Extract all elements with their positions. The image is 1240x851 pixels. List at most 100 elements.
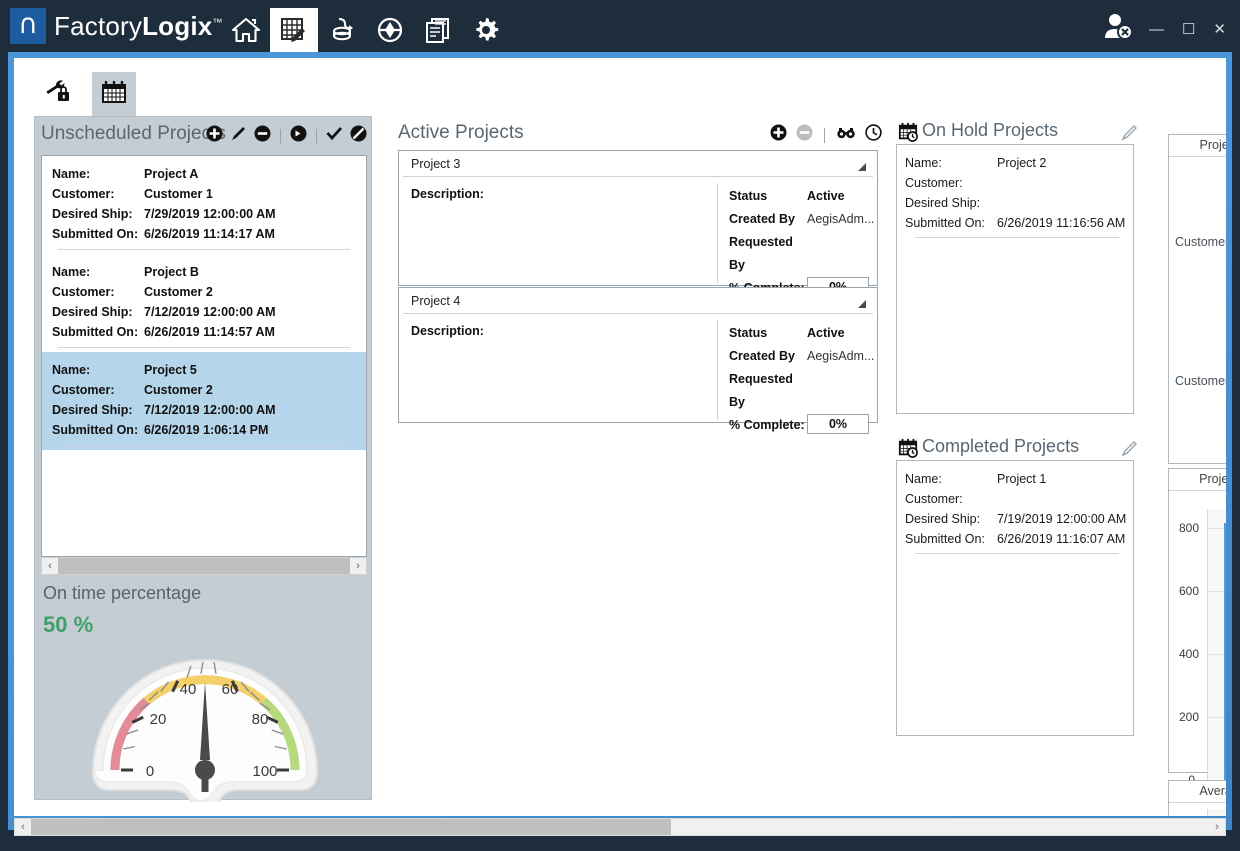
list-item[interactable]: Name:Project 1Customer:Desired Ship:7/19… xyxy=(897,461,1133,554)
card-title: Project 3 xyxy=(411,157,460,171)
edit-on-hold-button[interactable] xyxy=(1121,124,1138,146)
user-logout-button[interactable] xyxy=(1100,12,1134,42)
project-customer-row: Customer:Customer 2 xyxy=(52,282,356,302)
view-project-button[interactable] xyxy=(836,124,856,146)
app-logo: ∩ xyxy=(10,8,46,44)
resize-handle-icon[interactable] xyxy=(856,296,867,314)
nav-logistics-button[interactable] xyxy=(366,8,414,52)
resize-handle-icon[interactable] xyxy=(856,159,867,177)
window-controls: — ☐ ✕ xyxy=(1149,22,1226,37)
edit-project-button[interactable] xyxy=(230,125,247,147)
unscheduled-projects-list[interactable]: Name:Project ACustomer:Customer 1Desired… xyxy=(41,155,367,557)
description-label: Description: xyxy=(411,187,484,201)
brand-bold: Logix xyxy=(142,11,212,41)
projects-remaining-title: Projects R xyxy=(1169,469,1226,491)
field-label: Submitted On: xyxy=(52,322,144,342)
field-value: Customer 1 xyxy=(144,184,213,204)
user-logout-icon xyxy=(1100,29,1134,46)
created-by-value: AegisAdm... xyxy=(807,208,874,231)
field-value: 7/29/2019 12:00:00 AM xyxy=(144,204,276,224)
scroll-left-arrow[interactable]: ‹ xyxy=(15,819,31,835)
right-projects-panel: On Hold Projects Name:Project 2Customer:… xyxy=(894,116,1144,816)
production-icon xyxy=(327,16,357,44)
list-item[interactable]: Name:Project 2Customer:Desired Ship:Subm… xyxy=(897,145,1133,238)
status-row: StatusActive xyxy=(729,185,869,208)
field-label: Name: xyxy=(52,262,144,282)
list-item-divider xyxy=(915,237,1119,238)
add-active-project-button[interactable] xyxy=(770,124,787,146)
svg-text:100: 100 xyxy=(252,763,277,780)
projects-remaining-chart: 800 600 400 200 0 P xyxy=(1169,491,1226,773)
project-customer-row: Customer:Customer 1 xyxy=(52,184,356,204)
percent-complete-value[interactable]: 0% xyxy=(807,414,869,434)
tab-setup[interactable] xyxy=(36,72,80,116)
tab-schedule[interactable] xyxy=(92,72,136,116)
brand-title: FactoryLogix™ xyxy=(54,11,223,42)
list-item[interactable]: Name:Project BCustomer:Customer 2Desired… xyxy=(42,254,366,352)
minimize-button[interactable]: — xyxy=(1149,22,1164,37)
nav-reports-button[interactable] xyxy=(414,8,462,52)
add-project-button[interactable] xyxy=(206,125,223,147)
field-label: Submitted On: xyxy=(52,420,144,440)
field-value: Project A xyxy=(144,164,198,184)
close-button[interactable]: ✕ xyxy=(1213,22,1226,37)
status-row: StatusActive xyxy=(729,322,869,345)
svg-text:20: 20 xyxy=(150,711,167,728)
nav-production-button[interactable] xyxy=(318,8,366,52)
field-label: Submitted On: xyxy=(905,529,997,549)
brand-light: Factory xyxy=(54,11,142,41)
logo-glyph: ∩ xyxy=(18,9,38,40)
field-label: Name: xyxy=(905,469,997,489)
project-submitted-on-row: Submitted On:6/26/2019 11:16:56 AM xyxy=(897,213,1133,233)
field-value: 7/12/2019 12:00:00 AM xyxy=(144,400,276,420)
edit-completed-button[interactable] xyxy=(1121,440,1138,462)
scroll-right-arrow[interactable]: › xyxy=(1209,819,1225,835)
project-name-row: Name:Project B xyxy=(52,262,356,282)
list-item[interactable]: Name:Project ACustomer:Customer 1Desired… xyxy=(42,156,366,254)
project-customer-row: Customer:Customer 2 xyxy=(52,380,356,400)
move-project-button[interactable] xyxy=(290,125,307,147)
created-by-label: Created By xyxy=(729,345,807,368)
completed-projects-list[interactable]: Name:Project 1Customer:Desired Ship:7/19… xyxy=(896,460,1134,736)
approve-project-button[interactable] xyxy=(326,125,343,147)
field-label: Customer: xyxy=(52,184,144,204)
nav-home-button[interactable] xyxy=(222,8,270,52)
reject-project-button[interactable] xyxy=(350,125,367,147)
card-metadata: StatusActiveCreated ByAegisAdm...Request… xyxy=(729,185,869,300)
project-card[interactable]: Project 3Description:StatusActiveCreated… xyxy=(398,150,878,286)
status-value: Active xyxy=(807,185,845,208)
unscheduled-projects-panel: Unscheduled Projects xyxy=(34,116,372,800)
projects-by-customer-category-1: Customer 1 xyxy=(1175,235,1226,249)
y-tick-200: 200 xyxy=(1179,710,1199,724)
toolbar-separator xyxy=(316,129,317,144)
project-name-row: Name:Project 5 xyxy=(52,360,356,380)
average-title: Average T xyxy=(1169,781,1226,803)
project-card[interactable]: Project 4Description:StatusActiveCreated… xyxy=(398,287,878,423)
toolbar-separator xyxy=(824,128,825,143)
requested-by-row: Requested By xyxy=(729,231,869,277)
projects-by-customer-widget: Projects B Customer 1 Customer 2 xyxy=(1168,134,1226,464)
on-hold-projects-list[interactable]: Name:Project 2Customer:Desired Ship:Subm… xyxy=(896,144,1134,414)
main-horizontal-scrollbar[interactable]: ‹ › xyxy=(14,818,1226,836)
list-item-divider xyxy=(58,347,350,348)
scrollbar-thumb[interactable] xyxy=(31,819,671,835)
nav-settings-button[interactable] xyxy=(462,8,510,52)
list-item[interactable]: Name:Project 5Customer:Customer 2Desired… xyxy=(42,352,366,450)
remove-project-button[interactable] xyxy=(254,125,271,147)
scrollbar-thumb[interactable] xyxy=(58,558,352,574)
tab-strip xyxy=(14,58,1226,116)
unscheduled-horizontal-scrollbar[interactable]: ‹ › xyxy=(41,557,367,575)
y-tick-400: 400 xyxy=(1179,647,1199,661)
nav-planning-button[interactable] xyxy=(270,8,318,52)
history-button[interactable] xyxy=(865,124,882,146)
field-value: 7/12/2019 12:00:00 AM xyxy=(144,302,276,322)
created-by-value: AegisAdm... xyxy=(807,345,874,368)
remove-active-project-button[interactable] xyxy=(796,124,813,146)
planning-icon xyxy=(279,16,309,44)
maximize-button[interactable]: ☐ xyxy=(1182,22,1195,37)
project-submitted-on-row: Submitted On:6/26/2019 1:06:14 PM xyxy=(52,420,356,440)
svg-text:60: 60 xyxy=(222,681,239,698)
scroll-right-arrow[interactable]: › xyxy=(350,558,366,574)
field-label: Customer: xyxy=(52,380,144,400)
scroll-left-arrow[interactable]: ‹ xyxy=(42,558,58,574)
